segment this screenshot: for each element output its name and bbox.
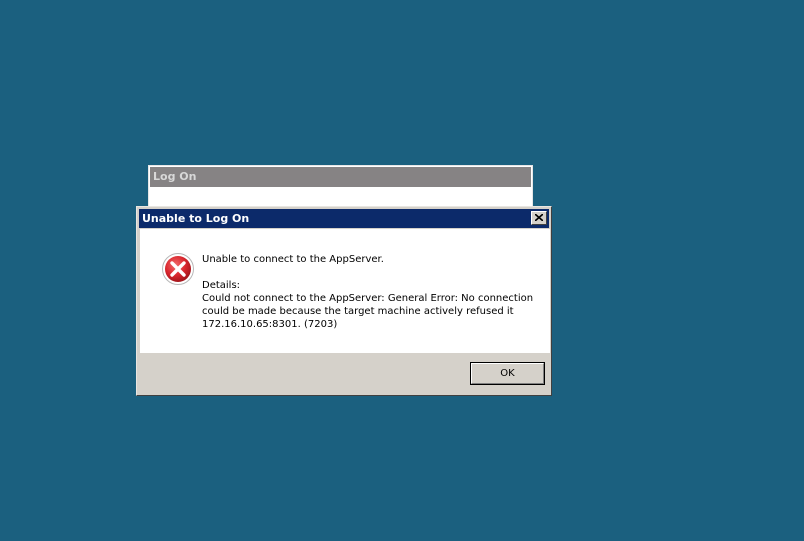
dialog-button-area: OK [140, 353, 550, 394]
close-icon [535, 214, 543, 221]
error-dialog-frame: Unable to Log On Unable to connect to th… [138, 208, 550, 394]
details-label: Details: [202, 280, 241, 291]
ok-button[interactable]: OK [470, 362, 545, 385]
logon-window-titlebar: Log On [150, 167, 531, 187]
error-message-block: Unable to connect to the AppServer. Deta… [202, 253, 542, 331]
error-dialog-title: Unable to Log On [142, 212, 250, 225]
error-dialog-titlebar[interactable]: Unable to Log On [139, 209, 549, 228]
ok-button-label: OK [471, 363, 544, 384]
error-icon [162, 253, 194, 285]
error-message: Unable to connect to the AppServer. [202, 254, 384, 265]
error-dialog: Unable to Log On Unable to connect to th… [136, 206, 552, 396]
logon-window-title: Log On [153, 170, 197, 183]
desktop: Log On Unable to Log On Unable to connec… [0, 0, 804, 541]
close-button[interactable] [531, 211, 547, 225]
error-dialog-content: Unable to connect to the AppServer. Deta… [140, 229, 550, 353]
details-text: Could not connect to the AppServer: Gene… [202, 293, 534, 330]
